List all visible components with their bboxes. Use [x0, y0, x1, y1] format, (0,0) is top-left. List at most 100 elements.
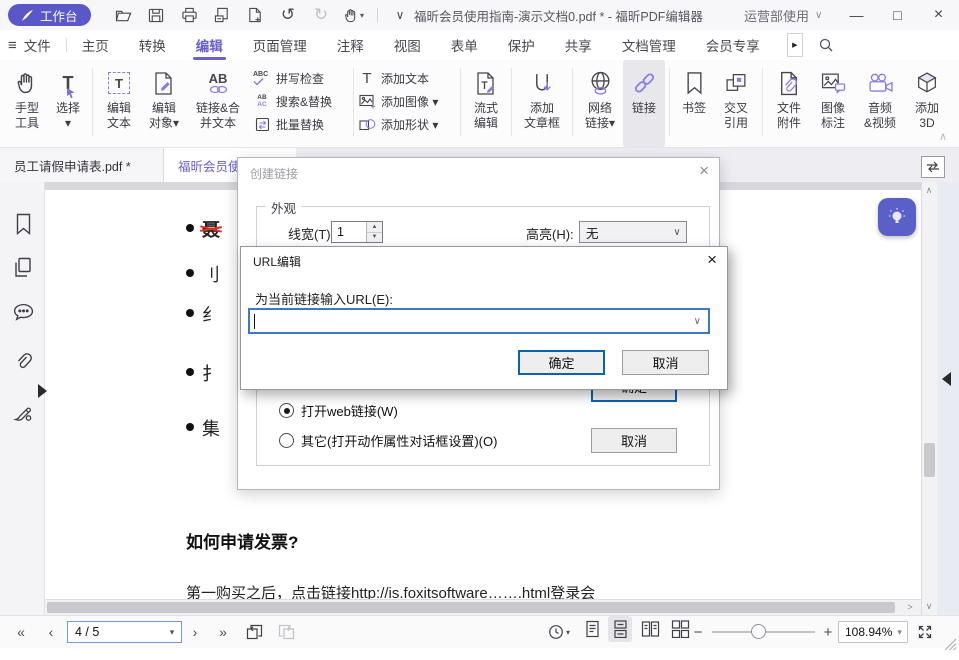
web-link-button[interactable]: 网络 链接▾: [577, 60, 623, 147]
quickbar-chevron-icon[interactable]: ∨: [384, 2, 417, 28]
flow-edit-button[interactable]: 流式 编辑: [465, 60, 507, 147]
menu-protect[interactable]: 保护: [493, 30, 550, 60]
smart-assistant-button[interactable]: [878, 198, 916, 236]
tab-employee-leave-form[interactable]: 员工请假申请表.pdf *: [0, 148, 164, 182]
close-icon[interactable]: ×: [699, 161, 709, 181]
new-document-icon[interactable]: [239, 2, 272, 28]
add-image-button[interactable]: 添加图像 ▾: [358, 93, 456, 110]
previous-page-button[interactable]: ‹: [42, 616, 60, 648]
collapse-ribbon-icon[interactable]: ∧: [939, 130, 947, 143]
pages-panel-icon[interactable]: [11, 255, 35, 279]
hand-tool-button[interactable]: 手型 工具: [6, 60, 48, 147]
last-page-button[interactable]: »: [212, 616, 234, 648]
spin-down-icon[interactable]: ▼: [367, 233, 382, 243]
next-view-icon[interactable]: [274, 616, 298, 648]
horizontal-scrollbar[interactable]: >: [45, 599, 921, 615]
zoom-level-combo[interactable]: 108.94% ▾: [838, 621, 908, 643]
page-print-icon[interactable]: [206, 2, 239, 28]
vertical-scrollbar[interactable]: ∧ ∨: [921, 182, 937, 615]
hand-quick-icon[interactable]: ▾: [338, 2, 371, 28]
facing-view-icon[interactable]: [638, 616, 662, 642]
workspace-button[interactable]: 工作台: [8, 4, 91, 26]
chevron-down-icon[interactable]: ∨: [694, 316, 701, 327]
url-input[interactable]: ∨: [249, 309, 709, 333]
highlight-dropdown[interactable]: 无 ∨: [579, 221, 687, 243]
batch-replace-button[interactable]: 批量替换: [253, 116, 349, 133]
bookmarks-panel-icon[interactable]: [11, 212, 35, 236]
edit-text-button[interactable]: T 编辑 文本: [97, 60, 141, 147]
attachments-panel-icon[interactable]: [11, 347, 35, 371]
add-shape-button[interactable]: 添加形状 ▾: [358, 116, 456, 133]
next-page-button[interactable]: ›: [186, 616, 204, 648]
comments-panel-icon[interactable]: [11, 300, 35, 324]
menu-home[interactable]: 主页: [67, 30, 124, 60]
line-width-spinner[interactable]: 1 ▲▼: [331, 221, 383, 243]
print-icon[interactable]: [173, 2, 206, 28]
link-merge-text-button[interactable]: AB 链接&合 并文本: [187, 60, 249, 147]
close-icon[interactable]: ×: [707, 250, 717, 270]
swap-panels-icon[interactable]: [921, 156, 945, 178]
page-number-combo[interactable]: 4 / 5 ▾: [67, 621, 182, 643]
search-replace-button[interactable]: ABAC 搜索&替换: [253, 93, 349, 110]
cross-reference-button[interactable]: 交叉 引用: [714, 60, 758, 147]
file-attachment-button[interactable]: 文件 附件: [767, 60, 811, 147]
resize-grip[interactable]: [941, 628, 959, 660]
minimize-button[interactable]: —: [836, 0, 877, 30]
web-link-icon: [588, 67, 613, 99]
menu-member[interactable]: 会员专享: [691, 30, 775, 60]
zoom-out-icon[interactable]: −: [690, 616, 706, 648]
menu-page-management[interactable]: 页面管理: [238, 30, 322, 60]
facing-continuous-view-icon[interactable]: [668, 616, 692, 642]
open-web-link-radio[interactable]: 打开web链接(W): [279, 401, 398, 420]
sidebar-expand-handle[interactable]: [38, 384, 47, 398]
fullscreen-icon[interactable]: [913, 616, 937, 648]
url-cancel-button[interactable]: 取消: [622, 350, 709, 375]
undo-icon[interactable]: ↺: [272, 2, 305, 28]
zoom-slider-thumb[interactable]: [751, 624, 766, 639]
link-button[interactable]: 链接: [623, 60, 665, 147]
menu-convert[interactable]: 转换: [124, 30, 181, 60]
audio-video-button[interactable]: 音频 &视频: [855, 60, 905, 147]
lightbulb-icon: [885, 205, 909, 229]
previous-view-icon[interactable]: [242, 616, 266, 648]
menu-form[interactable]: 表单: [436, 30, 493, 60]
menu-doc-management[interactable]: 文档管理: [607, 30, 691, 60]
scroll-right-icon[interactable]: >: [903, 602, 917, 612]
continuous-view-icon[interactable]: [608, 616, 632, 642]
horizontal-scroll-thumb[interactable]: [47, 602, 895, 613]
spin-up-icon[interactable]: ▲: [367, 222, 382, 233]
maximize-button[interactable]: □: [877, 0, 918, 30]
select-tool-button[interactable]: T 选择 ▾: [48, 60, 88, 147]
add-text-button[interactable]: T 添加文本: [358, 70, 456, 87]
zoom-in-icon[interactable]: +: [820, 616, 836, 648]
menu-comment[interactable]: 注释: [322, 30, 379, 60]
ribbon-divider: [353, 68, 354, 136]
single-page-view-icon[interactable]: [580, 616, 604, 642]
add-article-box-button[interactable]: 添加 文章框: [516, 60, 568, 147]
other-action-radio[interactable]: 其它(打开动作属性对话框设置)(O): [279, 431, 497, 450]
auto-scroll-button[interactable]: ▾: [544, 616, 574, 648]
vertical-scroll-thumb[interactable]: [924, 443, 935, 477]
scroll-up-icon[interactable]: ∧: [922, 185, 936, 196]
first-page-button[interactable]: «: [10, 616, 32, 648]
save-icon[interactable]: [140, 2, 173, 28]
menu-edit[interactable]: 编辑: [181, 30, 238, 60]
signature-panel-icon[interactable]: [11, 400, 35, 424]
menu-view[interactable]: 视图: [379, 30, 436, 60]
menu-file[interactable]: ≡ 文件: [0, 30, 66, 60]
image-annotation-button[interactable]: 图像 标注: [811, 60, 855, 147]
close-button[interactable]: ×: [918, 0, 959, 30]
right-panel-expand-handle[interactable]: [942, 372, 951, 386]
redo-icon[interactable]: ↻: [305, 2, 338, 28]
scroll-down-icon[interactable]: ∨: [922, 601, 936, 612]
account-selector[interactable]: 运营部使用 ∨: [744, 0, 822, 30]
menu-overflow-button[interactable]: ▶: [787, 33, 803, 57]
spell-check-button[interactable]: ABC 拼写检查: [253, 70, 349, 87]
url-ok-button[interactable]: 确定: [518, 350, 605, 375]
edit-object-button[interactable]: 编辑 对象▾: [141, 60, 187, 147]
open-file-icon[interactable]: [107, 2, 140, 28]
bookmark-button[interactable]: 书签: [674, 60, 714, 147]
search-button[interactable]: [803, 30, 849, 60]
create-link-cancel-button[interactable]: 取消: [591, 428, 677, 453]
menu-share[interactable]: 共享: [550, 30, 607, 60]
